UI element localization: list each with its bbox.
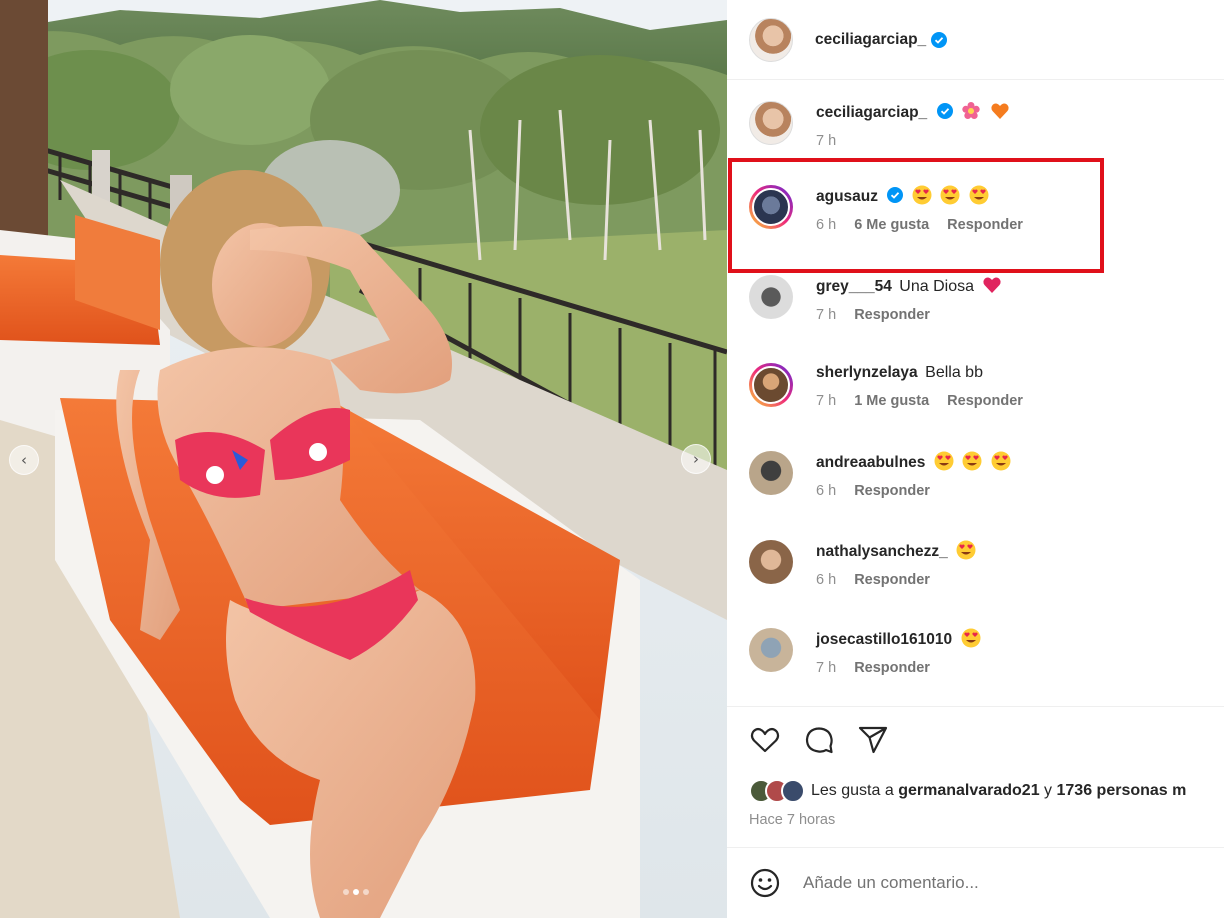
comment-username[interactable]: josecastillo161010	[816, 631, 952, 648]
carousel-dots	[343, 889, 369, 895]
comment-item: agusauz 6 h 6 Me gusta Responder	[749, 185, 1037, 233]
reply-button[interactable]: Responder	[854, 572, 930, 588]
comment-item: nathalysanchezz_ 6 h Responder	[749, 540, 976, 588]
carousel-next-button[interactable]: ›	[681, 444, 711, 474]
orange-heart-emoji-icon	[990, 103, 1009, 119]
comment-avatar[interactable]	[749, 363, 793, 407]
comment-time[interactable]: 6 h	[816, 217, 836, 233]
carousel-prev-button[interactable]: ‹	[9, 445, 39, 475]
comment-avatar[interactable]	[749, 628, 793, 672]
likes-joiner: y	[1044, 782, 1053, 799]
red-heart-emoji-icon	[983, 277, 1002, 293]
comment-time[interactable]: 6 h	[816, 572, 836, 588]
comment-item: sherlynzelaya Bella bb 7 h 1 Me gusta Re…	[749, 363, 1037, 409]
heart-eyes-emoji-icon	[962, 451, 982, 471]
comment-text: Una Diosa	[899, 278, 974, 295]
heart-eyes-emoji-icon	[956, 540, 976, 560]
likes-summary: Les gusta a germanalvarado21 y 1736 pers…	[749, 779, 1186, 803]
comment-avatar[interactable]	[749, 451, 793, 495]
carousel-dot-active	[353, 889, 359, 895]
add-comment-bar: Añade un comentario...	[727, 847, 1224, 918]
heart-eyes-emoji-icon	[912, 185, 932, 205]
emoji-icon[interactable]	[749, 867, 781, 899]
post-side-panel: ceciliagarciap_ ceciliagarciap_ 7 h agus…	[727, 0, 1224, 918]
caption-time[interactable]: 7 h	[816, 133, 836, 149]
comment-text: Bella bb	[925, 364, 983, 381]
reply-button[interactable]: Responder	[854, 307, 930, 323]
comment-avatar[interactable]	[749, 540, 793, 584]
heart-eyes-emoji-icon	[961, 628, 981, 648]
comment-username[interactable]: grey___54	[816, 278, 892, 295]
reply-button[interactable]: Responder	[947, 217, 1023, 233]
chevron-right-icon: ›	[693, 449, 699, 468]
reply-button[interactable]: Responder	[947, 393, 1023, 409]
reply-button[interactable]: Responder	[854, 483, 930, 499]
reply-button[interactable]: Responder	[854, 660, 930, 676]
comment-likes[interactable]: 1 Me gusta	[854, 393, 929, 409]
comment-username[interactable]: andreaabulnes	[816, 454, 925, 471]
carousel-dot	[343, 889, 349, 895]
flower-emoji-icon	[962, 102, 980, 119]
owner-avatar[interactable]	[749, 17, 793, 62]
post-photo: ‹ ›	[0, 0, 727, 918]
comment-time[interactable]: 7 h	[816, 307, 836, 323]
verified-badge-icon	[931, 31, 948, 48]
comment-time[interactable]: 7 h	[816, 660, 836, 676]
likes-prefix: Les gusta a	[811, 782, 894, 799]
comment-item: grey___54 Una Diosa 7 h Responder	[749, 275, 1002, 323]
comment-username[interactable]: nathalysanchezz_	[816, 543, 948, 560]
liker-avatar	[781, 779, 805, 803]
caption: ceciliagarciap_ 7 h	[749, 101, 1010, 149]
heart-icon[interactable]	[749, 724, 781, 756]
comment-item: josecastillo161010 7 h Responder	[749, 628, 981, 676]
chevron-left-icon: ‹	[21, 450, 27, 469]
comment-input[interactable]: Añade un comentario...	[803, 873, 979, 893]
owner-username[interactable]: ceciliagarciap_	[815, 31, 926, 49]
heart-eyes-emoji-icon	[969, 185, 989, 205]
heart-eyes-emoji-icon	[934, 451, 954, 471]
post-time[interactable]: Hace 7 horas	[749, 812, 835, 828]
post-image	[0, 0, 727, 918]
share-icon[interactable]	[857, 724, 889, 756]
comment-likes[interactable]: 6 Me gusta	[854, 217, 929, 233]
comment-time[interactable]: 6 h	[816, 483, 836, 499]
carousel-dot	[363, 889, 369, 895]
verified-badge-icon	[936, 103, 953, 119]
comment-time[interactable]: 7 h	[816, 393, 836, 409]
comment-avatar[interactable]	[749, 275, 793, 319]
comment-icon[interactable]	[803, 724, 835, 756]
comment-avatar[interactable]	[749, 185, 793, 229]
comment-item: andreaabulnes 6 h Responder	[749, 451, 1011, 499]
caption-avatar[interactable]	[749, 101, 793, 145]
action-icons	[749, 724, 889, 756]
verified-badge-icon	[887, 187, 904, 203]
divider	[727, 706, 1224, 707]
comment-username[interactable]: sherlynzelaya	[816, 364, 918, 381]
post-header: ceciliagarciap_	[727, 0, 1224, 80]
caption-username[interactable]: ceciliagarciap_	[816, 104, 927, 121]
heart-eyes-emoji-icon	[940, 185, 960, 205]
heart-eyes-emoji-icon	[991, 451, 1011, 471]
comment-username[interactable]: agusauz	[816, 188, 878, 205]
likes-count[interactable]: 1736 personas m	[1057, 782, 1187, 799]
likes-user[interactable]: germanalvarado21	[898, 782, 1039, 799]
